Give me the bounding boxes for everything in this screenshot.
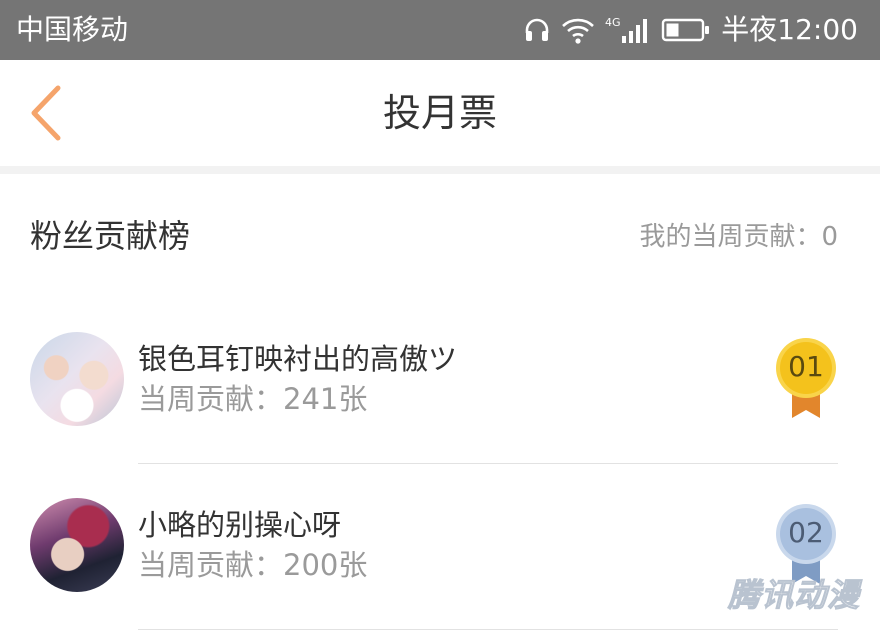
watermark-logo: 腾讯动漫 — [727, 576, 860, 615]
title-bar: 投月票 — [0, 60, 880, 166]
rank-number: 02 — [788, 516, 824, 549]
battery-icon — [661, 17, 711, 43]
status-icons: 4G 半夜12:00 — [523, 10, 858, 50]
wifi-icon — [561, 16, 595, 44]
my-contribution-label: 我的当周贡献：0 — [639, 222, 838, 252]
carrier-label: 中国移动 — [16, 13, 129, 46]
list-item[interactable]: 银色耳钉映衬出的高傲ツ 当周贡献：241张 01 — [0, 298, 880, 464]
network-type-label: 4G — [605, 16, 621, 29]
gold-medal-icon: 01 — [772, 338, 840, 420]
avatar[interactable] — [30, 332, 124, 426]
cellular-4g-icon: 4G — [605, 15, 651, 45]
title-divider — [0, 166, 880, 174]
fan-contribution: 当周贡献：200张 — [138, 548, 368, 582]
rank-number: 01 — [788, 350, 824, 383]
status-bar: 中国移动 4G 半夜12:00 — [0, 0, 880, 60]
silver-medal-icon: 02 — [772, 504, 840, 586]
fan-contribution: 当周贡献：241张 — [138, 382, 368, 416]
avatar[interactable] — [30, 498, 124, 592]
fan-name: 银色耳钉映衬出的高傲ツ — [138, 342, 458, 376]
clock-label: 半夜12:00 — [721, 13, 858, 46]
headset-icon — [523, 16, 551, 44]
page-title: 投月票 — [382, 91, 497, 135]
section-title: 粉丝贡献榜 — [30, 217, 191, 255]
fan-name: 小略的别操心呀 — [138, 508, 342, 542]
row-divider — [138, 629, 838, 630]
